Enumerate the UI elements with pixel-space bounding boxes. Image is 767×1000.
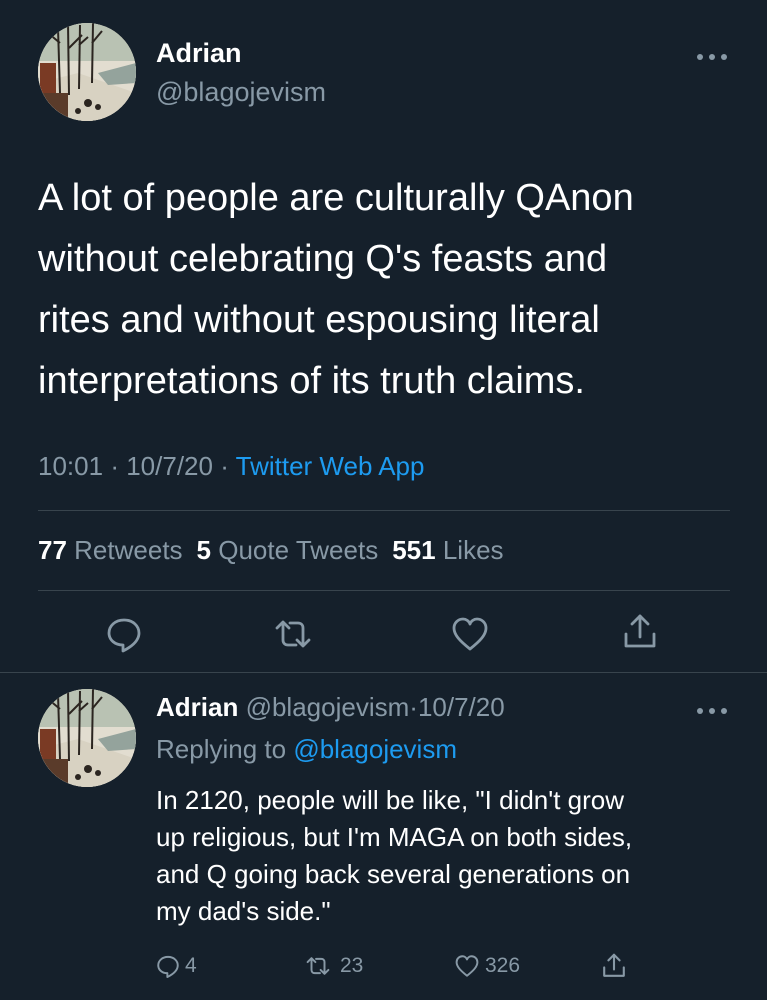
retweet-action[interactable]: 23 [300, 951, 363, 981]
share-action[interactable] [600, 951, 628, 981]
avatar[interactable] [38, 23, 136, 121]
reply-icon[interactable] [104, 614, 144, 654]
reply-date[interactable]: 10/7/20 [418, 692, 505, 722]
reply-action[interactable]: 4 [155, 951, 197, 981]
replying-to: Replying to @blagojevism [156, 734, 457, 765]
retweet-count: 23 [340, 954, 364, 977]
author-handle[interactable]: @blagojevism [246, 692, 410, 722]
share-icon [603, 953, 625, 977]
tweet-meta: 10:01 · 10/7/20 · Twitter Web App [38, 451, 424, 482]
heart-icon[interactable] [450, 614, 490, 654]
quotes-stat[interactable]: 5 Quote Tweets [197, 535, 379, 565]
meta-separator: · [110, 451, 119, 481]
divider [38, 590, 730, 591]
author-handle[interactable]: @blagojevism [156, 77, 326, 108]
reply-count: 4 [185, 954, 197, 977]
author-name[interactable]: Adrian [156, 692, 238, 722]
share-icon[interactable] [620, 612, 660, 652]
more-dots-icon[interactable] [695, 705, 729, 717]
likes-count: 551 [392, 535, 436, 565]
tweet-time[interactable]: 10:01 [38, 451, 103, 481]
avatar[interactable] [38, 689, 136, 787]
reply-text: In 2120, people will be like, "I didn't … [156, 785, 633, 926]
quotes-count: 5 [196, 535, 212, 565]
tweet-date[interactable]: 10/7/20 [126, 451, 213, 481]
divider [0, 672, 767, 673]
likes-stat[interactable]: 551 Likes [392, 535, 503, 565]
tweet-text: A lot of people are culturally QAnon wit… [38, 177, 634, 402]
meta-separator: · [409, 692, 418, 722]
heart-icon [455, 955, 479, 977]
more-dots-icon[interactable] [695, 51, 729, 63]
retweet-icon [306, 957, 330, 975]
retweet-icon[interactable] [273, 614, 313, 654]
author-name[interactable]: Adrian [156, 38, 242, 69]
reply-header: Adrian @blagojevism·10/7/20 [156, 692, 505, 723]
reply-icon [157, 955, 179, 979]
main-tweet: Adrian @blagojevism A lot of people are … [0, 0, 767, 672]
retweets-stat[interactable]: 77 Retweets [38, 535, 183, 565]
tweet-stats: 77 Retweets 5 Quote Tweets 551 Likes [38, 535, 504, 566]
retweets-count: 77 [38, 535, 67, 565]
like-count: 326 [485, 954, 521, 977]
avatar-painting-image [38, 689, 136, 787]
quotes-label: Quote Tweets [218, 535, 379, 565]
meta-separator: · [220, 451, 229, 481]
retweets-label: Retweets [74, 535, 183, 565]
avatar-painting-image [38, 23, 136, 121]
divider [38, 510, 730, 511]
tweet-source-link[interactable]: Twitter Web App [236, 451, 425, 481]
replying-mention-link[interactable]: @blagojevism [293, 734, 457, 764]
likes-label: Likes [442, 535, 504, 565]
like-action[interactable]: 326 [453, 951, 520, 981]
replying-label: Replying to [156, 734, 287, 764]
